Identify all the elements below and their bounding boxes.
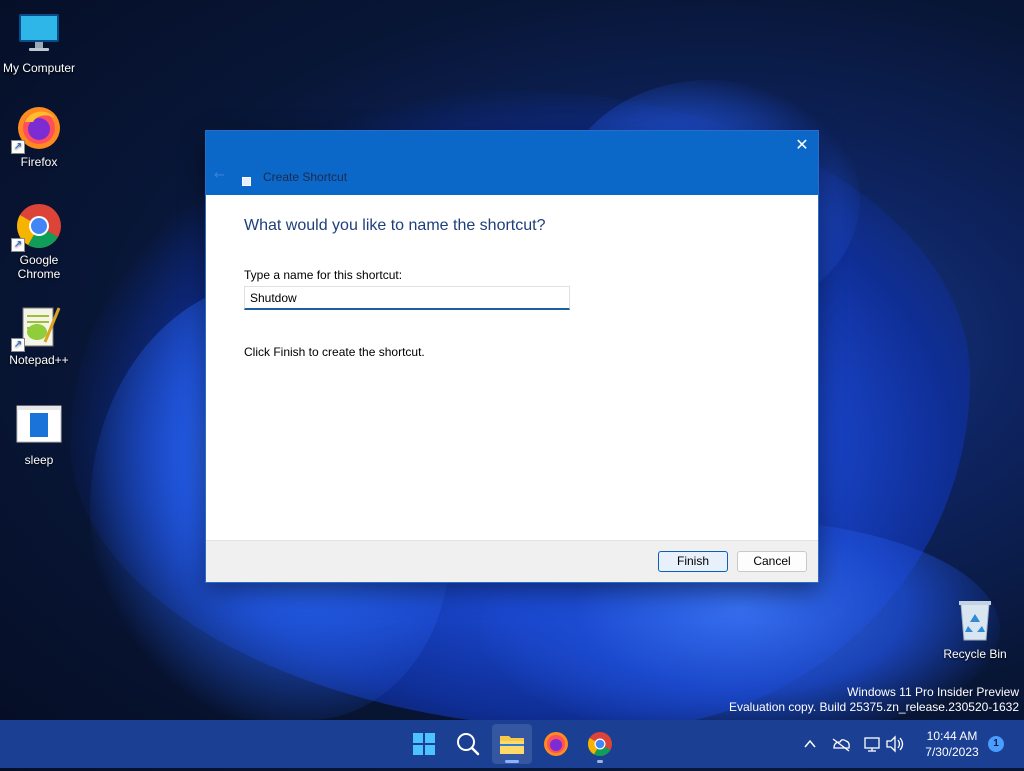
taskbar-clock[interactable]: 10:44 AM 7/30/2023 bbox=[912, 728, 992, 760]
search-icon bbox=[457, 733, 480, 756]
active-indicator bbox=[505, 760, 519, 763]
desktop-icon-label: Recycle Bin bbox=[943, 647, 1007, 661]
onedrive-button[interactable] bbox=[830, 720, 852, 768]
dialog-title: Create Shortcut bbox=[263, 170, 348, 184]
shortcut-arrow-icon: ↗ bbox=[11, 238, 25, 252]
watermark-line: Evaluation copy. Build 25375.zn_release.… bbox=[729, 700, 1019, 714]
desktop-icon-firefox[interactable]: ↗ Firefox bbox=[0, 104, 78, 169]
desktop-icon-label: sleep bbox=[24, 453, 54, 467]
desktop-icon-label: Firefox bbox=[20, 155, 58, 169]
shortcut-name-input[interactable] bbox=[244, 286, 570, 310]
search-button[interactable] bbox=[448, 724, 488, 764]
close-icon[interactable]: ✕ bbox=[794, 137, 810, 153]
chrome-taskbar-button[interactable] bbox=[580, 724, 620, 764]
watermark-line: Windows 11 Pro Insider Preview bbox=[847, 685, 1019, 699]
create-shortcut-dialog: ✕ ← Create Shortcut What would you like … bbox=[205, 130, 819, 583]
desktop-icon-label: Google Chrome bbox=[17, 253, 61, 281]
desktop-icon-sleep[interactable]: sleep bbox=[0, 402, 78, 467]
chevron-up-icon bbox=[804, 739, 816, 748]
dialog-header: ✕ ← Create Shortcut bbox=[206, 131, 818, 195]
desktop-icon-google-chrome[interactable]: ↗ Google Chrome bbox=[0, 202, 78, 281]
dialog-footer: Finish Cancel bbox=[206, 540, 818, 582]
clock-time: 10:44 AM bbox=[926, 729, 978, 743]
shortcut-arrow-icon: ↗ bbox=[11, 338, 25, 352]
file-explorer-button[interactable] bbox=[492, 724, 532, 764]
file-explorer-icon bbox=[500, 736, 524, 754]
firefox-icon: ↗ bbox=[11, 104, 63, 154]
start-button[interactable] bbox=[404, 724, 444, 764]
network-button[interactable] bbox=[862, 720, 884, 768]
monitor-icon bbox=[15, 10, 63, 58]
speaker-icon bbox=[886, 735, 904, 753]
tray-overflow-button[interactable] bbox=[800, 720, 820, 768]
desktop-icon-recycle-bin[interactable]: Recycle Bin bbox=[936, 596, 1014, 661]
wizard-icon bbox=[242, 177, 251, 186]
shortcut-name-label: Type a name for this shortcut: bbox=[244, 268, 403, 282]
desktop-icon-label: My Computer bbox=[2, 61, 76, 75]
wizard-heading: What would you like to name the shortcut… bbox=[244, 217, 546, 234]
clock-date: 7/30/2023 bbox=[925, 745, 979, 759]
firefox-icon bbox=[544, 732, 568, 756]
network-icon bbox=[864, 737, 880, 752]
back-arrow-icon[interactable]: ← bbox=[214, 168, 225, 183]
shortcut-file-icon bbox=[15, 402, 63, 450]
firefox-taskbar-button[interactable] bbox=[536, 724, 576, 764]
notification-badge[interactable]: 1 bbox=[988, 736, 1004, 752]
shortcut-arrow-icon: ↗ bbox=[11, 140, 25, 154]
evaluation-watermark: Windows 11 Pro Insider Preview Evaluatio… bbox=[729, 685, 1019, 715]
finish-button[interactable]: Finish bbox=[658, 551, 728, 572]
cloud-offline-icon bbox=[832, 738, 850, 752]
start-icon bbox=[413, 733, 435, 755]
cancel-button[interactable]: Cancel bbox=[737, 551, 807, 572]
desktop-icon-notepad-plus-plus[interactable]: ↗ Notepad++ bbox=[0, 302, 78, 367]
desktop-icon-label: Notepad++ bbox=[9, 353, 69, 367]
chrome-icon bbox=[587, 732, 612, 757]
running-indicator bbox=[597, 760, 603, 763]
recycle-bin-icon bbox=[951, 596, 999, 644]
desktop-icon-my-computer[interactable]: My Computer bbox=[0, 10, 78, 75]
notepad-plus-plus-icon: ↗ bbox=[11, 302, 63, 352]
volume-button[interactable] bbox=[884, 720, 906, 768]
finish-hint: Click Finish to create the shortcut. bbox=[244, 345, 425, 359]
chrome-icon: ↗ bbox=[11, 202, 63, 252]
